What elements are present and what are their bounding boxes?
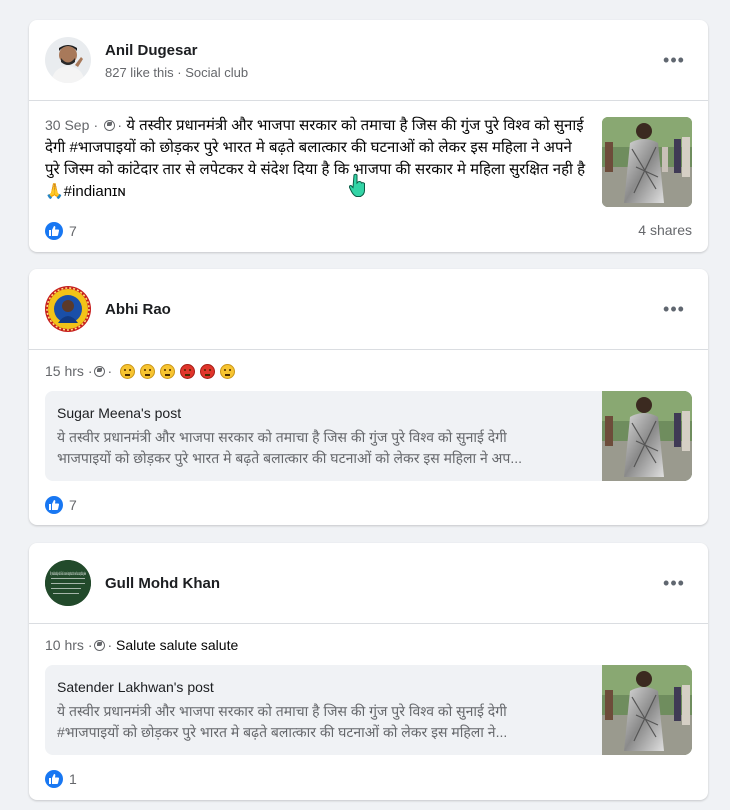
post-header: Anil Dugesar 827 like this · Social club…	[29, 20, 708, 101]
post-card: Anil Dugesar 827 like this · Social club…	[29, 20, 708, 252]
avatar[interactable]	[45, 37, 91, 83]
post-body: Salute salute salute	[116, 637, 239, 653]
post-meta: 10 hrs · · Salute salute salute	[45, 637, 238, 653]
avatar[interactable]	[45, 286, 91, 332]
more-horizontal-icon[interactable]: •••	[662, 299, 686, 319]
post-body: ये तस्वीर प्रधानमंत्री और भाजपा सरकार को…	[45, 117, 586, 200]
thinking-emoji-icon	[120, 364, 136, 379]
more-horizontal-icon[interactable]: •••	[662, 50, 686, 70]
meta-separator: ·	[87, 637, 93, 653]
share-count[interactable]: 4 shares	[638, 222, 692, 238]
shared-post-image[interactable]	[602, 665, 692, 755]
like-count-value: 7	[69, 497, 77, 513]
meta-separator: ·	[117, 117, 123, 133]
post-image[interactable]	[602, 117, 692, 207]
angry-emoji-icon	[179, 364, 195, 379]
like-count[interactable]: 7	[45, 222, 77, 240]
shared-post-title[interactable]: Sugar Meena's post	[57, 405, 181, 421]
emoji-row	[120, 363, 235, 379]
globe-icon	[94, 366, 106, 377]
hand-cursor-icon	[348, 173, 367, 202]
post-time[interactable]: 15 hrs	[45, 363, 84, 379]
like-count-value: 7	[69, 223, 77, 239]
post-time[interactable]: 10 hrs	[45, 637, 84, 653]
like-count[interactable]: 7	[45, 496, 77, 514]
meta-separator: ·	[107, 637, 113, 653]
author-name[interactable]: Gull Mohd Khan	[105, 575, 220, 592]
smirk-emoji-icon	[159, 364, 175, 379]
angry-emoji-icon	[199, 364, 215, 379]
thinking-emoji-icon	[139, 364, 155, 379]
shared-post-text: ये तस्वीर प्रधानमंत्री और भाजपा सरकार को…	[57, 429, 522, 466]
globe-icon	[104, 120, 116, 131]
post-text: 30 Sep · · ये तस्वीर प्रधानमंत्री और भाज…	[45, 114, 590, 203]
post-date[interactable]: 30 Sep	[45, 117, 89, 133]
post-card: My relationship with God is more importa…	[29, 543, 708, 800]
more-horizontal-icon[interactable]: •••	[662, 573, 686, 593]
avatar[interactable]: My relationship with God is more importa…	[45, 560, 91, 606]
meta-separator: ·	[107, 363, 113, 379]
like-icon	[45, 222, 63, 240]
frown-emoji-icon	[219, 364, 235, 379]
avatar-text: My relationship with God is more importa…	[50, 571, 86, 577]
like-count-value: 1	[69, 771, 77, 787]
shared-post-title[interactable]: Satender Lakhwan's post	[57, 679, 214, 695]
post-card: Abhi Rao ••• 15 hrs · · Sugar Meena's pos…	[29, 269, 708, 525]
meta-separator: ·	[93, 117, 99, 133]
shared-post[interactable]: Sugar Meena's post ये तस्वीर प्रधानमंत्र…	[45, 391, 692, 481]
author-name[interactable]: Anil Dugesar	[105, 42, 198, 59]
page-subtitle: 827 like this · Social club	[105, 65, 249, 80]
shared-post-image[interactable]	[602, 391, 692, 481]
like-icon	[45, 770, 63, 788]
like-count[interactable]: 1	[45, 770, 77, 788]
shared-post[interactable]: Satender Lakhwan's post ये तस्वीर प्रधान…	[45, 665, 692, 755]
post-meta: 15 hrs · ·	[45, 363, 236, 379]
author-name[interactable]: Abhi Rao	[105, 301, 171, 318]
post-header: My relationship with God is more importa…	[29, 543, 708, 624]
meta-separator: ·	[87, 363, 93, 379]
like-icon	[45, 496, 63, 514]
post-header: Abhi Rao •••	[29, 269, 708, 350]
shared-post-text: ये तस्वीर प्रधानमंत्री और भाजपा सरकार को…	[57, 703, 508, 740]
globe-icon	[94, 640, 106, 651]
